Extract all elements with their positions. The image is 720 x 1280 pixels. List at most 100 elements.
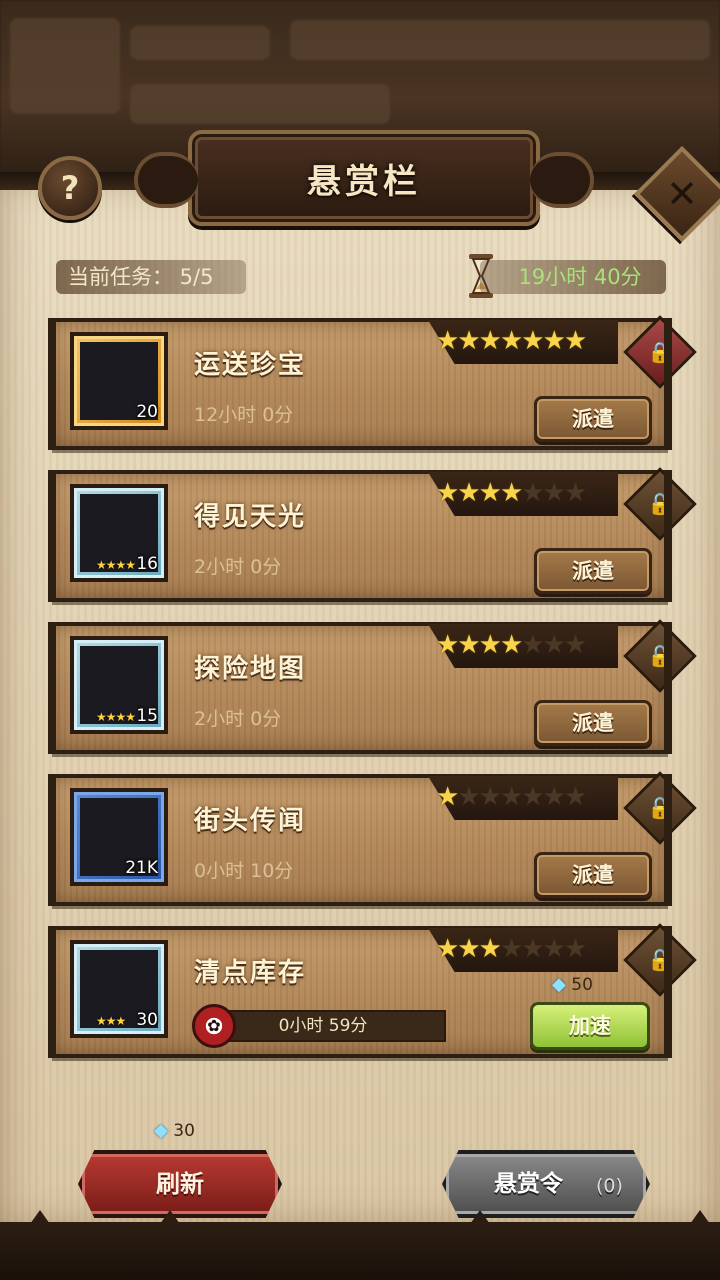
star-icon: ★ (499, 326, 523, 356)
star-icon: ★ (478, 478, 502, 508)
task-card[interactable]: 20 运送珍宝 ★★★★★★★ 🔒 12小时 0分 派遣 (48, 315, 697, 450)
dispatch-button[interactable]: 派遣 (534, 396, 652, 442)
star-icon: ★ (457, 782, 480, 812)
star-icon: ★ (542, 782, 566, 812)
task-reward-icon[interactable]: ★★★★ 15 (70, 636, 168, 734)
star-icon: ★ (478, 782, 502, 812)
star-icon: ★ (457, 934, 480, 964)
speedup-cost-value: 50 (571, 975, 593, 995)
clock-icon: ✿ (192, 1004, 236, 1048)
task-duration: 2小时 0分 (194, 708, 282, 730)
star-icon: ★ (457, 478, 480, 508)
star-icon: ★ (499, 934, 523, 964)
star-icon: ★ (542, 630, 566, 660)
reward-count: 21K (125, 858, 158, 878)
star-icon: ★ (542, 934, 566, 964)
refresh-button[interactable]: 刷新 (78, 1150, 282, 1218)
task-reward-icon[interactable]: ★★★★ 16 (70, 484, 168, 582)
star-icon: ★ (521, 478, 544, 508)
blurred-bar-2 (130, 84, 390, 124)
lock-icon: 🔒 (647, 340, 673, 364)
bounty-order-count: (0) (596, 1175, 623, 1197)
close-icon: ✕ (666, 172, 698, 216)
star-icon: ★ (521, 782, 544, 812)
icon-star-rating: ★★★★ (96, 558, 136, 572)
task-card[interactable]: ★★★★ 16 得见天光 ★★★★★★★ 🔓 2小时 0分 派遣 (48, 467, 697, 602)
task-name: 清点库存 (194, 958, 307, 988)
star-icon: ★ (457, 326, 480, 356)
star-icon: ★ (499, 478, 523, 508)
icon-star-rating: ★★★ (96, 1014, 126, 1028)
star-icon: ★ (542, 478, 566, 508)
star-icon: ★ (478, 630, 502, 660)
task-star-rating: ★★★★★★★ (436, 324, 587, 358)
task-star-rating: ★★★★★★★ (436, 628, 587, 662)
reward-count: 16 (136, 554, 158, 574)
title-plaque: 悬赏栏 (134, 130, 594, 226)
task-name: 探险地图 (194, 654, 307, 684)
unlock-icon: 🔓 (647, 948, 673, 972)
star-icon: ★ (563, 934, 587, 964)
task-name: 运送珍宝 (194, 350, 307, 380)
star-icon: ★ (478, 326, 502, 356)
star-icon: ★ (478, 934, 502, 964)
star-icon: ★ (521, 326, 544, 356)
task-reward-icon[interactable]: ★★★ 30 (70, 940, 168, 1038)
task-card[interactable]: ★★★★ 15 探险地图 ★★★★★★★ 🔓 2小时 0分 派遣 (48, 619, 697, 754)
reward-count: 15 (136, 706, 158, 726)
star-icon: ★ (499, 630, 523, 660)
refresh-timer: 19小时 40分 (480, 260, 666, 294)
star-icon: ★ (521, 630, 544, 660)
dispatch-button[interactable]: 派遣 (534, 852, 652, 898)
diamond-icon: ◆ (552, 974, 566, 995)
task-count: 当前任务： 5/5 (56, 260, 246, 294)
star-icon: ★ (542, 326, 566, 356)
dispatch-button[interactable]: 派遣 (534, 548, 652, 594)
star-icon: ★ (563, 478, 587, 508)
star-icon: ★ (521, 934, 544, 964)
panel-bottom-border (0, 1210, 720, 1280)
icon-star-rating: ★★★★ (96, 710, 136, 724)
task-progress-bar: 0小时 59分 (200, 1010, 446, 1042)
star-icon: ★ (436, 630, 459, 660)
reward-count: 30 (136, 1010, 158, 1030)
star-icon: ★ (436, 326, 459, 356)
progress-time: 0小时 59分 (278, 1016, 368, 1036)
bounty-order-label: 悬赏令 (494, 1171, 563, 1197)
star-icon: ★ (436, 934, 459, 964)
reward-count: 20 (136, 402, 158, 422)
star-icon: ★ (436, 782, 459, 812)
star-icon: ★ (436, 478, 459, 508)
task-star-rating: ★★★★★★★ (436, 780, 587, 814)
unlock-icon: 🔓 (647, 644, 673, 668)
blurred-bar (130, 26, 270, 60)
refresh-cost: ◆ 30 (154, 1120, 195, 1141)
question-icon: ? (60, 169, 80, 207)
task-name: 得见天光 (194, 502, 307, 532)
speedup-cost: ◆ 50 (552, 974, 593, 995)
star-icon: ★ (499, 782, 523, 812)
task-reward-icon[interactable]: 21K (70, 788, 168, 886)
speed-up-button[interactable]: 加速 (530, 1002, 650, 1050)
unlock-icon: 🔓 (647, 492, 673, 516)
unlock-icon: 🔓 (647, 796, 673, 820)
blurred-portrait (10, 18, 120, 114)
task-star-rating: ★★★★★★★ (436, 476, 587, 510)
task-duration: 2小时 0分 (194, 556, 282, 578)
blurred-resource-bar (290, 20, 710, 60)
star-icon: ★ (457, 630, 480, 660)
refresh-cost-value: 30 (173, 1121, 195, 1141)
task-card[interactable]: ★★★ 30 清点库存 ★★★★★★★ 🔓 0小时 59分 ✿ ◆ 50 加速 (48, 923, 697, 1058)
task-duration: 0小时 10分 (194, 860, 294, 882)
diamond-icon: ◆ (154, 1120, 168, 1141)
star-icon: ★ (563, 326, 587, 356)
task-card[interactable]: 21K 街头传闻 ★★★★★★★ 🔓 0小时 10分 派遣 (48, 771, 697, 906)
bounty-order-button[interactable]: 悬赏令 (0) (442, 1150, 650, 1218)
star-icon: ★ (563, 630, 587, 660)
task-reward-icon[interactable]: 20 (70, 332, 168, 430)
task-star-rating: ★★★★★★★ (436, 932, 587, 966)
task-name: 街头传闻 (194, 806, 307, 836)
dispatch-button[interactable]: 派遣 (534, 700, 652, 746)
help-button[interactable]: ? (38, 156, 102, 220)
star-icon: ★ (563, 782, 587, 812)
